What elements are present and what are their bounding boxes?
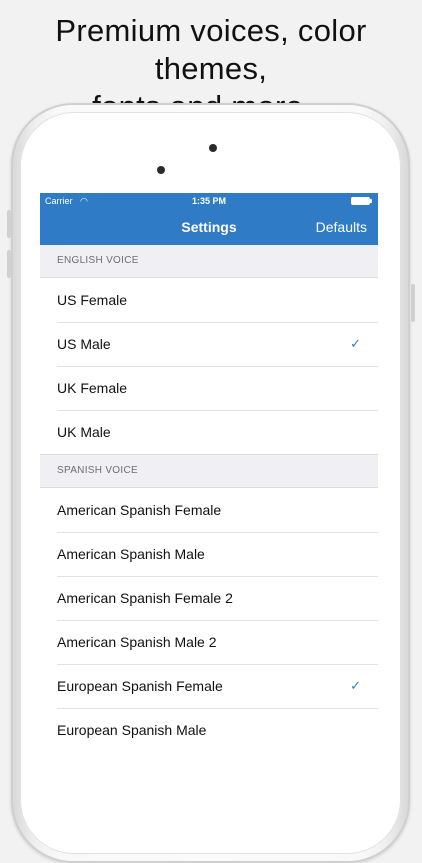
voice-option-uk-male[interactable]: UK Male xyxy=(40,410,378,454)
english-voice-list: US Female US Male ✓ UK Female UK Male xyxy=(40,277,378,455)
voice-option-european-spanish-female[interactable]: European Spanish Female ✓ xyxy=(40,664,378,708)
voice-option-american-spanish-female-2[interactable]: American Spanish Female 2 xyxy=(40,576,378,620)
voice-option-us-male[interactable]: US Male ✓ xyxy=(40,322,378,366)
section-header-english: ENGLISH VOICE xyxy=(57,255,139,266)
voice-option-label: UK Male xyxy=(57,424,111,440)
voice-option-label: US Female xyxy=(57,292,128,308)
checkmark-icon: ✓ xyxy=(350,336,361,351)
voice-option-label: American Spanish Female 2 xyxy=(57,590,233,606)
phone-screen: Carrier ◠ 1:35 PM Settings Defaults ENGL… xyxy=(40,193,378,750)
voice-option-label: European Spanish Male xyxy=(57,722,207,738)
voice-option-american-spanish-male[interactable]: American Spanish Male xyxy=(40,532,378,576)
voice-option-us-female[interactable]: US Female xyxy=(40,278,378,322)
voice-option-label: American Spanish Female xyxy=(57,502,222,518)
voice-option-label: US Male xyxy=(57,336,111,352)
battery-icon xyxy=(351,197,372,205)
status-bar: Carrier ◠ 1:35 PM xyxy=(40,193,378,209)
section-header-spanish: SPANISH VOICE xyxy=(57,465,138,476)
voice-option-european-spanish-male[interactable]: European Spanish Male xyxy=(40,708,378,750)
spanish-voice-list: American Spanish Female American Spanish… xyxy=(40,487,378,750)
volume-button-up xyxy=(7,210,11,238)
navigation-bar: Carrier ◠ 1:35 PM Settings Defaults xyxy=(40,193,378,245)
volume-button-down xyxy=(7,250,11,278)
status-time: 1:35 PM xyxy=(191,196,226,206)
voice-option-label: American Spanish Male xyxy=(57,546,205,562)
defaults-button[interactable]: Defaults xyxy=(316,219,367,235)
voice-option-american-spanish-male-2[interactable]: American Spanish Male 2 xyxy=(40,620,378,664)
voice-option-label: UK Female xyxy=(57,380,128,396)
voice-option-label: European Spanish Female xyxy=(57,678,223,694)
front-camera xyxy=(209,144,217,152)
checkmark-icon: ✓ xyxy=(350,678,361,693)
voice-option-uk-female[interactable]: UK Female xyxy=(40,366,378,410)
power-button xyxy=(411,284,415,322)
voice-option-label: American Spanish Male 2 xyxy=(57,634,217,650)
promo-line-1: Premium voices, color themes, xyxy=(55,13,367,86)
proximity-sensor xyxy=(157,166,165,174)
voice-option-american-spanish-female[interactable]: American Spanish Female xyxy=(40,488,378,532)
